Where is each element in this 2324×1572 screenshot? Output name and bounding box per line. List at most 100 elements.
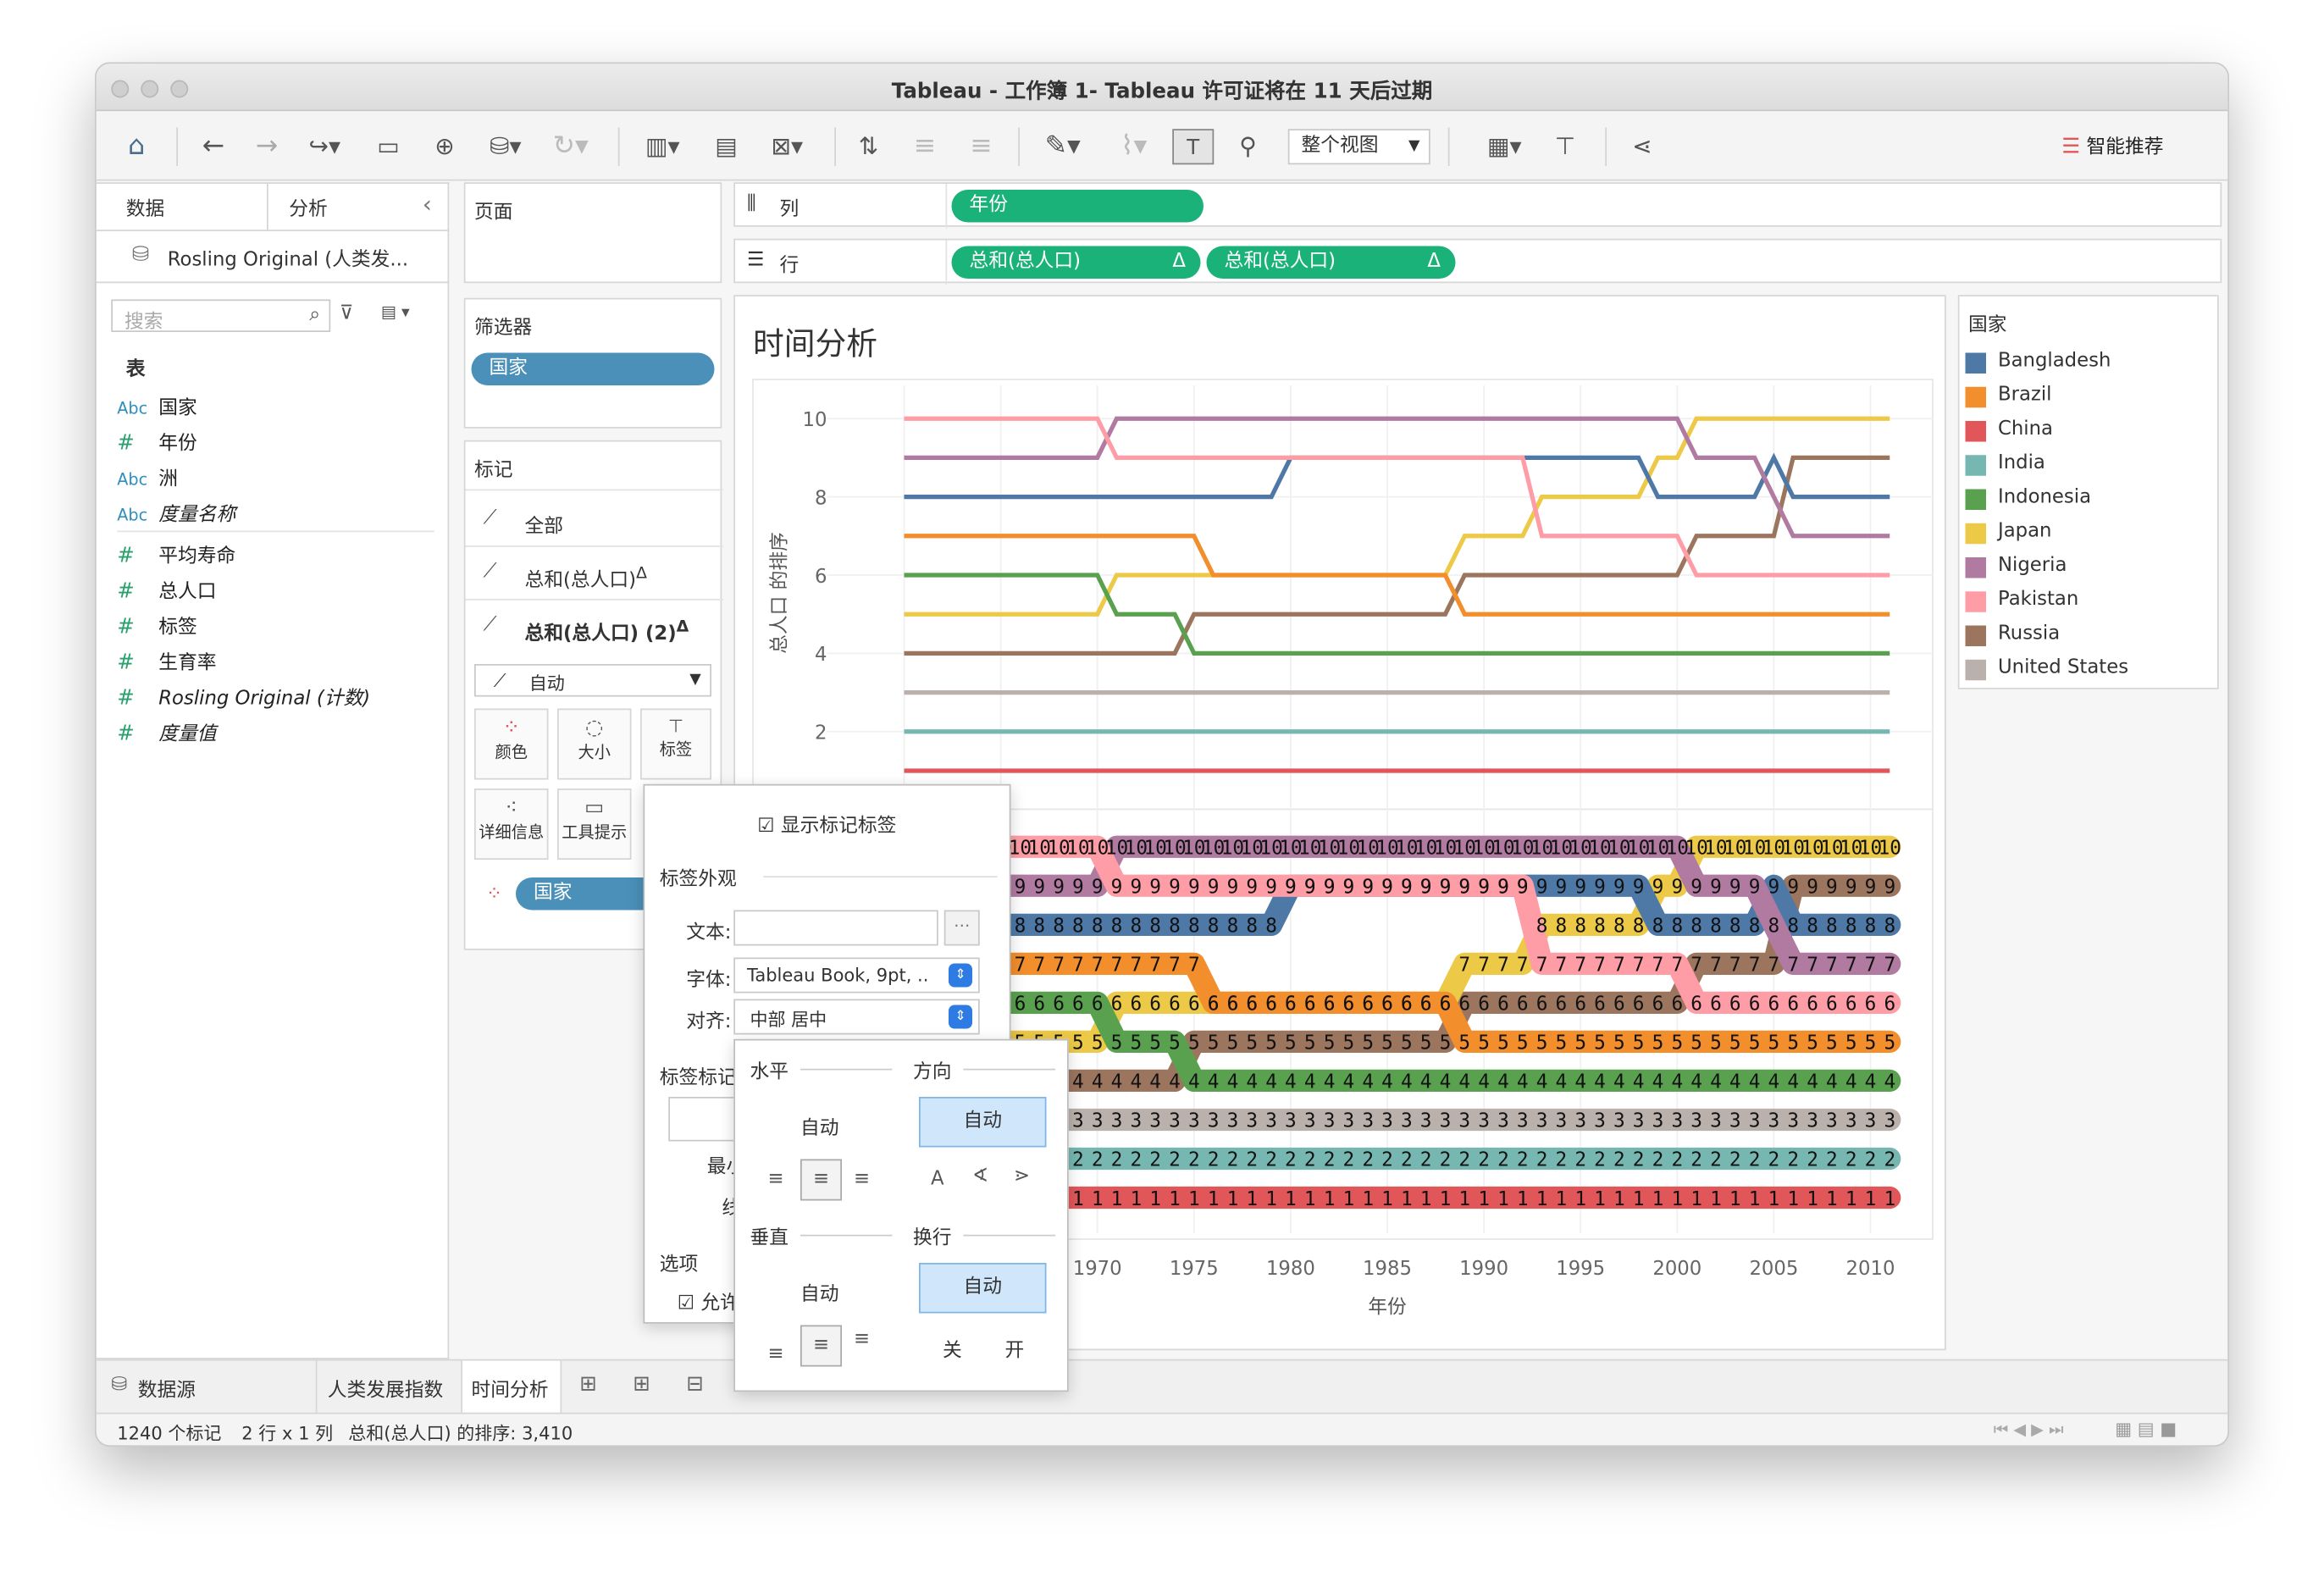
- align-center-icon[interactable]: ≡: [800, 1159, 842, 1201]
- legend-item[interactable]: China: [1965, 418, 2215, 448]
- legend-item[interactable]: India: [1965, 452, 2215, 482]
- legend-item[interactable]: Nigeria: [1965, 555, 2215, 584]
- mark-label: 6: [1884, 994, 1895, 1016]
- tab-analysis[interactable]: 分析: [289, 193, 328, 221]
- show-cards-icon[interactable]: ▦▾: [1475, 129, 1534, 164]
- forward-icon[interactable]: →: [247, 129, 286, 164]
- search-input[interactable]: 搜索 ⌕: [111, 299, 331, 334]
- align-bottom-icon[interactable]: ≡: [768, 1343, 784, 1365]
- wrap-off[interactable]: 关: [943, 1334, 962, 1362]
- align-middle-icon[interactable]: ≡: [800, 1325, 842, 1367]
- swap-icon[interactable]: ⇅: [849, 129, 888, 164]
- duplicate-sheet-icon[interactable]: ▤: [707, 129, 746, 164]
- wrap-on[interactable]: 开: [1005, 1334, 1025, 1362]
- pin-icon[interactable]: ⚲: [1229, 129, 1268, 164]
- save-icon[interactable]: ▭: [369, 129, 408, 164]
- legend-item[interactable]: Pakistan: [1965, 589, 2215, 618]
- legend-item[interactable]: Bangladesh: [1965, 350, 2215, 379]
- field-item[interactable]: Abc 洲: [117, 462, 178, 498]
- align-select[interactable]: 中部 居中 ⇕: [733, 999, 980, 1035]
- sort-desc-icon[interactable]: ≡: [962, 129, 1001, 164]
- field-item[interactable]: Abc 国家: [117, 391, 197, 427]
- fit-select[interactable]: 整个视图 ▼: [1287, 129, 1430, 165]
- show-me-button[interactable]: ☰ 智能推荐: [2061, 129, 2204, 164]
- clear-sheet-icon[interactable]: ⊠▾: [757, 129, 816, 164]
- label-button[interactable]: ⊤ 标签: [640, 708, 711, 780]
- marks-option[interactable]: [668, 1097, 737, 1142]
- rows-shelf[interactable]: ☰ 行 总和(总人口) Δ 总和(总人口) Δ: [733, 238, 2222, 285]
- direction-up-icon[interactable]: ∢: [972, 1165, 988, 1187]
- vertical-auto[interactable]: 自动: [800, 1278, 839, 1306]
- pages-shelf[interactable]: 页面: [463, 182, 722, 284]
- wrap-auto-button[interactable]: 自动: [919, 1263, 1047, 1314]
- field-item[interactable]: # 年份: [117, 427, 197, 462]
- horizontal-auto[interactable]: 自动: [800, 1112, 839, 1140]
- show-labels-checkbox[interactable]: ☑ 显示标记标签: [757, 810, 896, 838]
- field-item[interactable]: # 生育率: [117, 646, 216, 682]
- datasource-icon[interactable]: ⛁▾: [479, 129, 532, 164]
- sort-asc-icon[interactable]: ≡: [905, 129, 944, 164]
- nav-icons[interactable]: ⏮ ◀ ▶ ⏭: [1994, 1420, 2064, 1442]
- presentation-icon[interactable]: ⊤: [1546, 129, 1585, 164]
- datasource-name[interactable]: Rosling Original (人类发...: [168, 243, 408, 271]
- marks-tab-1[interactable]: 总和(总人口)Δ: [525, 563, 648, 592]
- share-icon[interactable]: ⋖: [1623, 129, 1662, 164]
- field-item[interactable]: # Rosling Original (计数): [117, 682, 370, 717]
- redo-icon[interactable]: ↪▾: [298, 129, 351, 164]
- align-left-icon[interactable]: ≡: [768, 1168, 784, 1190]
- align-right-icon[interactable]: ≡: [854, 1168, 870, 1190]
- color-button[interactable]: ⁘ 颜色: [474, 708, 549, 780]
- mark-type-select[interactable]: ⟋ 自动 ▼: [474, 664, 711, 697]
- tab-datasource[interactable]: 数据源: [138, 1374, 196, 1402]
- filters-shelf[interactable]: 筛选器 国家: [463, 297, 722, 429]
- direction-auto-button[interactable]: 自动: [919, 1097, 1047, 1148]
- highlight-icon[interactable]: ✎▾: [1033, 129, 1093, 164]
- new-story-icon[interactable]: ⊟: [686, 1373, 704, 1397]
- view-options-icon[interactable]: ▤ ▾: [381, 302, 410, 322]
- field-item[interactable]: # 度量值: [117, 717, 216, 753]
- filter-pill-country[interactable]: 国家: [471, 352, 715, 385]
- new-sheet-icon[interactable]: ▥▾: [633, 129, 692, 164]
- mark-label: 3: [1574, 1110, 1586, 1132]
- field-item[interactable]: # 平均寿命: [117, 540, 235, 575]
- new-dashboard-icon[interactable]: ⊞: [633, 1373, 650, 1397]
- legend-item[interactable]: Indonesia: [1965, 486, 2215, 516]
- tooltip-button[interactable]: ▭ 工具提示: [557, 789, 632, 860]
- size-button[interactable]: ◌ 大小: [557, 708, 632, 780]
- show-labels-icon[interactable]: T: [1172, 129, 1215, 165]
- column-pill-year[interactable]: 年份: [951, 190, 1204, 223]
- direction-horizontal-icon[interactable]: A: [931, 1168, 944, 1190]
- tab-sheet-hdi[interactable]: 人类发展指数: [328, 1374, 444, 1402]
- field-item[interactable]: # 标签: [117, 611, 197, 646]
- legend-item[interactable]: Russia: [1965, 623, 2215, 652]
- allow-checkbox[interactable]: ☑ 允许: [678, 1287, 739, 1315]
- text-input[interactable]: [733, 910, 938, 946]
- more-button[interactable]: …: [943, 910, 980, 946]
- font-select[interactable]: Tableau Book, 9pt, .. ⇕: [733, 957, 980, 994]
- collapse-icon[interactable]: ‹: [423, 190, 432, 218]
- legend-item[interactable]: Japan: [1965, 520, 2215, 550]
- mark-label: 5: [1227, 1032, 1239, 1054]
- detail-button[interactable]: ⁖ 详细信息: [474, 789, 549, 860]
- home-icon[interactable]: ⌂: [117, 129, 156, 164]
- filter-icon[interactable]: ⊽: [340, 302, 354, 324]
- marks-tab-all[interactable]: 全部: [525, 510, 564, 538]
- field-item[interactable]: Abc 度量名称: [117, 498, 235, 534]
- tab-data[interactable]: 数据: [126, 193, 165, 221]
- marks-tab-2[interactable]: 总和(总人口) (2)Δ: [525, 617, 689, 645]
- group-icon[interactable]: ⌇▾: [1104, 129, 1164, 164]
- grid-view-icon[interactable]: ▦ ▤ ■: [2115, 1419, 2177, 1440]
- legend-item[interactable]: United States: [1965, 656, 2215, 686]
- align-top-icon[interactable]: ≡: [854, 1328, 870, 1350]
- back-icon[interactable]: ←: [194, 129, 233, 164]
- new-datasource-icon[interactable]: ⊕: [425, 129, 464, 164]
- columns-shelf[interactable]: ⫼ 列 年份: [733, 182, 2222, 229]
- tab-sheet-active[interactable]: 时间分析: [461, 1360, 562, 1414]
- direction-down-icon[interactable]: ⋗: [1014, 1165, 1030, 1187]
- new-worksheet-icon[interactable]: ⊞: [579, 1373, 597, 1397]
- row-pill-2[interactable]: 总和(总人口) Δ: [1206, 246, 1456, 279]
- refresh-icon[interactable]: ↻▾: [544, 129, 597, 164]
- field-item[interactable]: # 总人口: [117, 575, 216, 611]
- row-pill-1[interactable]: 总和(总人口) Δ: [951, 246, 1201, 279]
- legend-item[interactable]: Brazil: [1965, 384, 2215, 413]
